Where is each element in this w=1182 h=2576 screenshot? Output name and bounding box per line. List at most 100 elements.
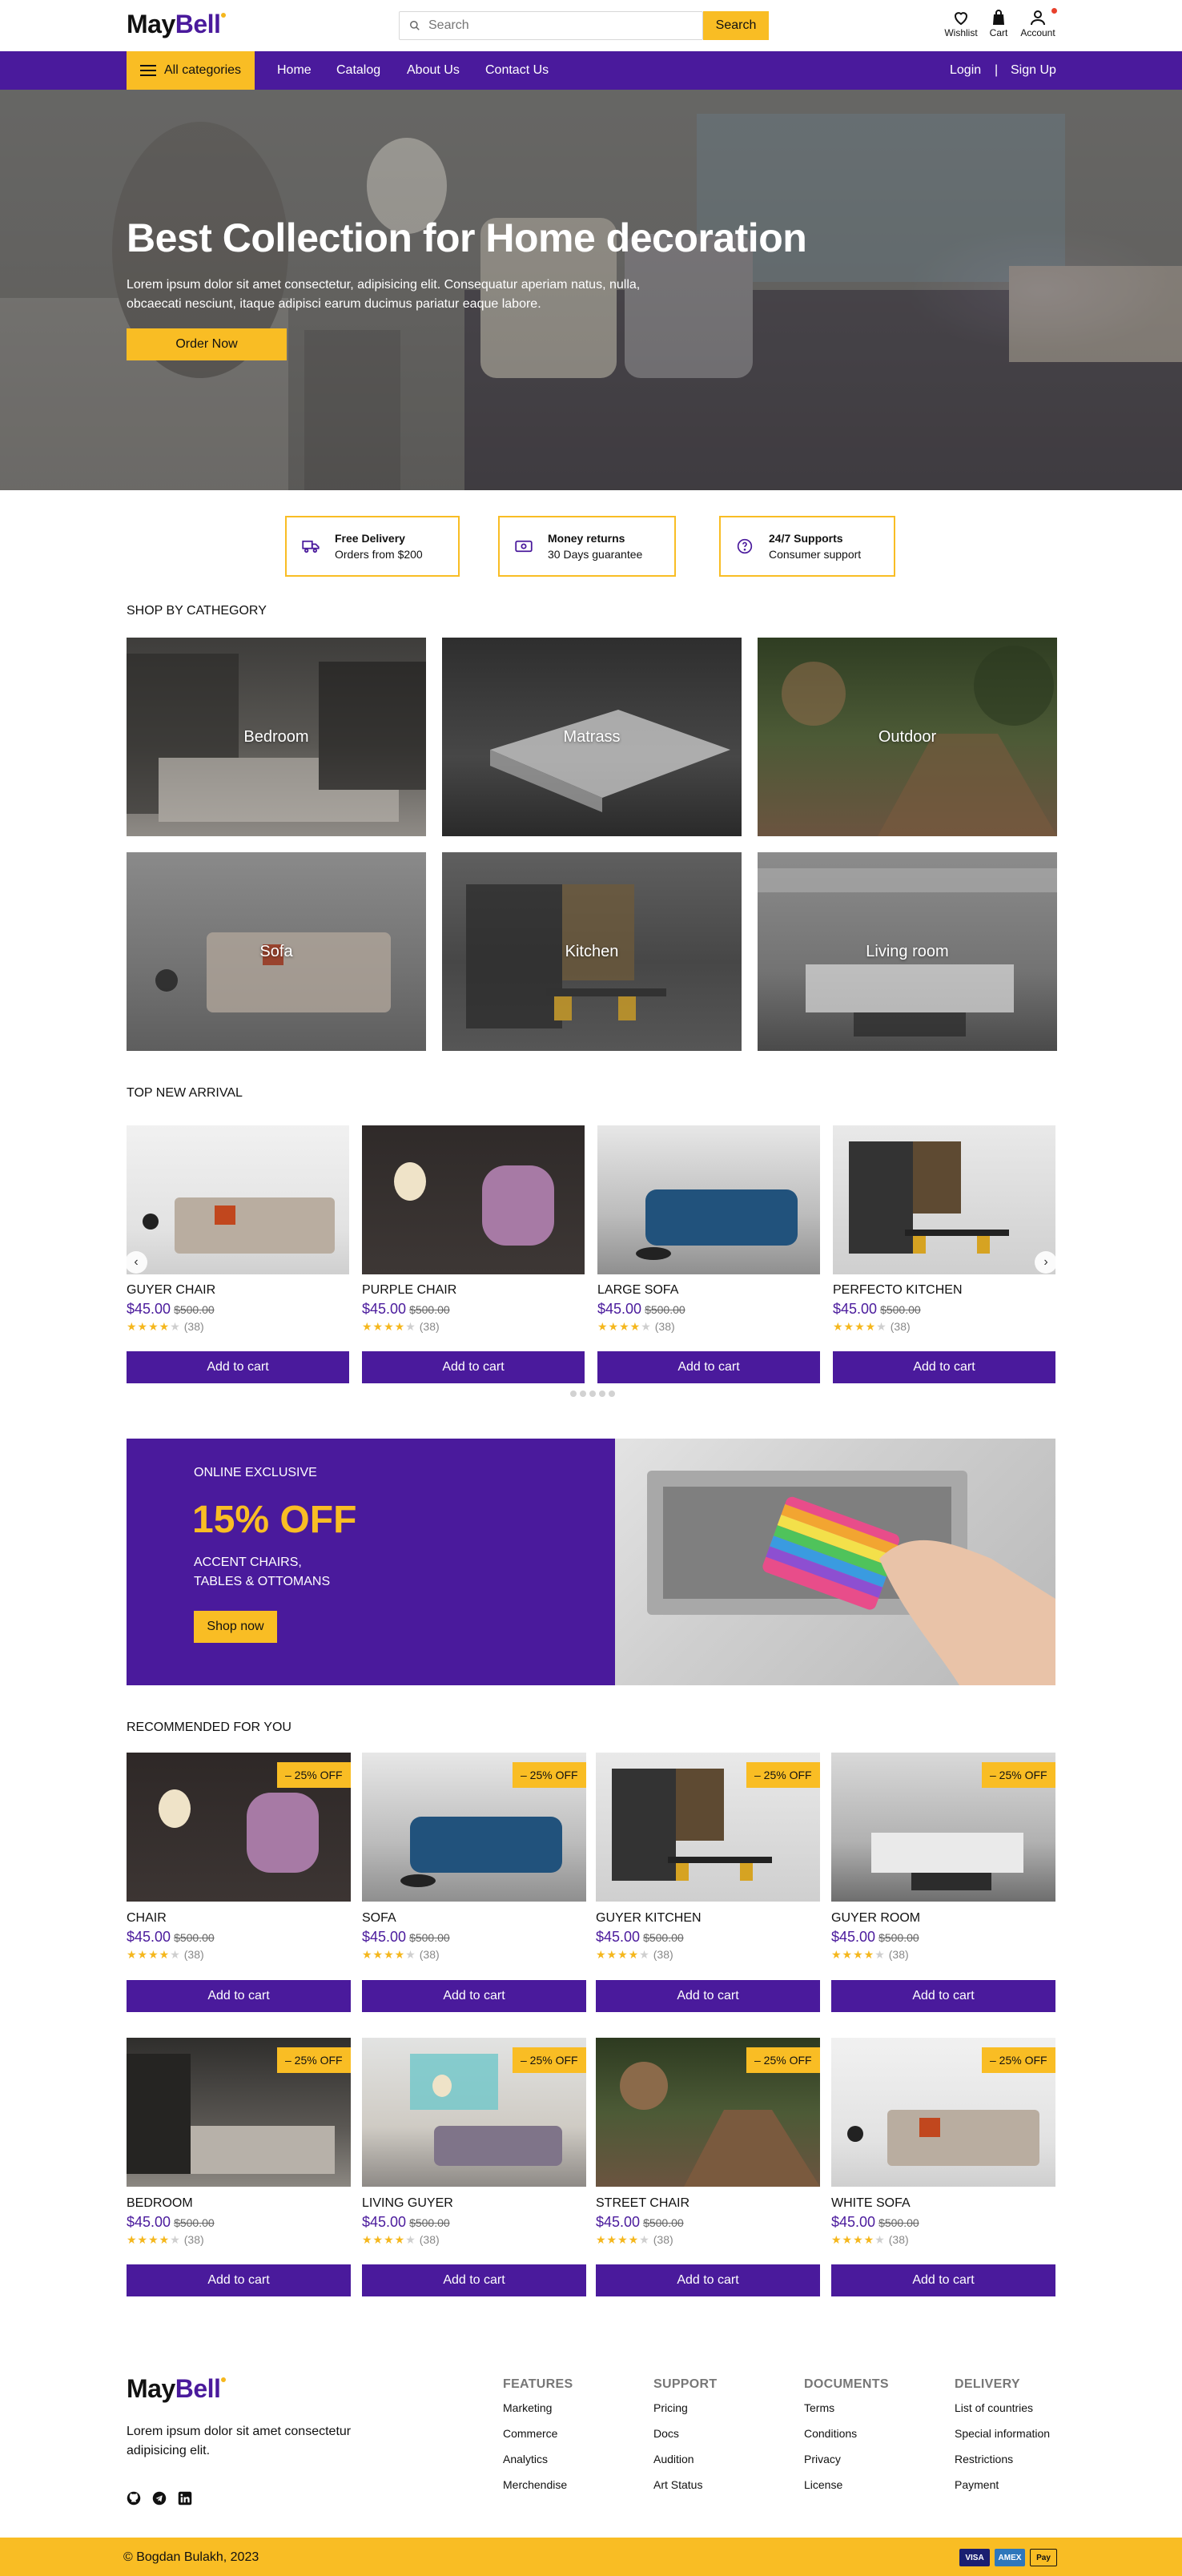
nav-link-contact[interactable]: Contact Us [485,51,549,90]
footer-link[interactable]: Marketing [503,2401,552,2414]
categories-heading: SHOP BY CATHEGORY [127,604,267,618]
heart-icon [954,12,968,26]
pagination-dot[interactable] [609,1391,615,1397]
pagination-dot[interactable] [570,1391,577,1397]
footer-link[interactable]: Privacy [804,2453,841,2465]
add-to-cart-button[interactable]: Add to cart [362,1351,585,1383]
search-field[interactable] [399,11,703,40]
feature-sub: 30 Days guarantee [548,548,643,561]
product-name[interactable]: STREET CHAIR [596,2196,690,2211]
footer-link[interactable]: Terms [804,2401,834,2414]
order-now-button[interactable]: Order Now [127,328,287,360]
add-to-cart-button[interactable]: Add to cart [597,1351,820,1383]
product-name[interactable]: GUYER ROOM [831,1911,920,1926]
star-rating-icon: ★★★★★ [127,1320,181,1333]
product-image-guyer-chair[interactable] [127,1125,349,1274]
add-to-cart-button[interactable]: Add to cart [127,1980,351,2012]
github-icon[interactable] [127,2491,141,2506]
footer-link[interactable]: Art Status [653,2478,702,2491]
search-button[interactable]: Search [703,11,769,40]
nav-link-about[interactable]: About Us [407,51,460,90]
footer-link[interactable]: Commerce [503,2427,557,2440]
search-input[interactable] [428,18,685,33]
logo[interactable]: MayBell [127,10,227,39]
footer-logo[interactable]: MayBell [127,2374,227,2404]
product-image-large-sofa[interactable] [597,1125,820,1274]
signup-link[interactable]: Sign Up [1011,51,1056,90]
product-name[interactable]: GUYER KITCHEN [596,1911,702,1926]
footer-link[interactable]: Payment [955,2478,999,2491]
footer-link[interactable]: Pricing [653,2401,688,2414]
add-to-cart-button[interactable]: Add to cart [831,1980,1055,2012]
wishlist-button[interactable]: Wishlist [942,8,980,38]
review-count: (38) [419,2233,440,2246]
discount-badge: – 25% OFF [513,2047,586,2073]
add-to-cart-button[interactable]: Add to cart [362,1980,586,2012]
account-button[interactable]: Account [1015,8,1060,38]
product-name[interactable]: PERFECTO KITCHEN [833,1283,963,1298]
all-categories-button[interactable]: All categories [127,51,255,90]
rating-row: ★★★★★ (38) [833,1320,911,1334]
price: $45.00 [596,1929,641,1945]
shop-now-button[interactable]: Shop now [194,1611,277,1643]
pagination-dot[interactable] [589,1391,596,1397]
add-to-cart-button[interactable]: Add to cart [362,2264,586,2296]
footer-link[interactable]: Analytics [503,2453,548,2465]
rating-row: ★★★★★ (38) [362,1948,440,1962]
star-rating-icon: ★★★★★ [362,1948,416,1961]
arrivals-heading: TOP NEW ARRIVAL [127,1086,243,1100]
footer-link[interactable]: License [804,2478,842,2491]
product-name[interactable]: WHITE SOFA [831,2196,911,2211]
telegram-icon[interactable] [152,2491,167,2506]
product-name[interactable]: BEDROOM [127,2196,193,2211]
category-card-living-room[interactable]: Living room [758,852,1057,1051]
carousel-prev-button[interactable]: ‹ [125,1251,147,1274]
nav-link-catalog[interactable]: Catalog [336,51,380,90]
nav-link-home[interactable]: Home [277,51,312,90]
product-name[interactable]: GUYER CHAIR [127,1283,215,1298]
product-name[interactable]: SOFA [362,1911,396,1926]
footer-link[interactable]: Restrictions [955,2453,1013,2465]
cart-button[interactable]: Cart [985,8,1012,38]
logo-text-may: May [127,2374,175,2403]
rating-row: ★★★★★ (38) [127,1320,204,1334]
footer-description: Lorem ipsum dolor sit amet consectetur a… [127,2425,352,2457]
product-price-row: $45.00 $500.00 [596,2214,684,2231]
product-name[interactable]: CHAIR [127,1911,167,1926]
footer-column-title: FEATURES [503,2377,573,2391]
category-card-sofa[interactable]: Sofa [127,852,426,1051]
guyer-chair-image [143,1197,335,1254]
login-link[interactable]: Login [950,51,981,90]
product-name[interactable]: LARGE SOFA [597,1283,678,1298]
product-name[interactable]: PURPLE CHAIR [362,1283,456,1298]
category-card-matrass[interactable]: Matrass [442,638,742,836]
pagination-dot[interactable] [580,1391,586,1397]
footer-link[interactable]: Docs [653,2427,679,2440]
footer-link[interactable]: Merchendise [503,2478,567,2491]
old-price: $500.00 [174,1303,215,1316]
add-to-cart-button[interactable]: Add to cart [596,1980,820,2012]
category-card-kitchen[interactable]: Kitchen [442,852,742,1051]
footer-link[interactable]: List of countries [955,2401,1033,2414]
footer-link[interactable]: Audition [653,2453,694,2465]
footer-link[interactable]: Conditions [804,2427,857,2440]
linkedin-icon[interactable] [178,2491,192,2506]
category-card-outdoor[interactable]: Outdoor [758,638,1057,836]
add-to-cart-button[interactable]: Add to cart [833,1351,1055,1383]
product-image-perfecto-kitchen[interactable] [833,1125,1055,1274]
category-label: Outdoor [878,727,937,746]
carousel-next-button[interactable]: › [1035,1251,1057,1274]
old-price: $500.00 [409,2216,450,2229]
add-to-cart-button[interactable]: Add to cart [596,2264,820,2296]
footer-link[interactable]: Special information [955,2427,1050,2440]
product-price-row: $45.00 $500.00 [596,1929,684,1946]
add-to-cart-button[interactable]: Add to cart [127,1351,349,1383]
feature-title: 24/7 Supports [769,532,843,545]
add-to-cart-button[interactable]: Add to cart [127,2264,351,2296]
product-image-purple-chair[interactable] [362,1125,585,1274]
pagination-dot[interactable] [599,1391,605,1397]
star-rating-icon: ★★★★★ [127,2233,181,2246]
product-name[interactable]: LIVING GUYER [362,2196,453,2211]
category-card-bedroom[interactable]: Bedroom [127,638,426,836]
add-to-cart-button[interactable]: Add to cart [831,2264,1055,2296]
